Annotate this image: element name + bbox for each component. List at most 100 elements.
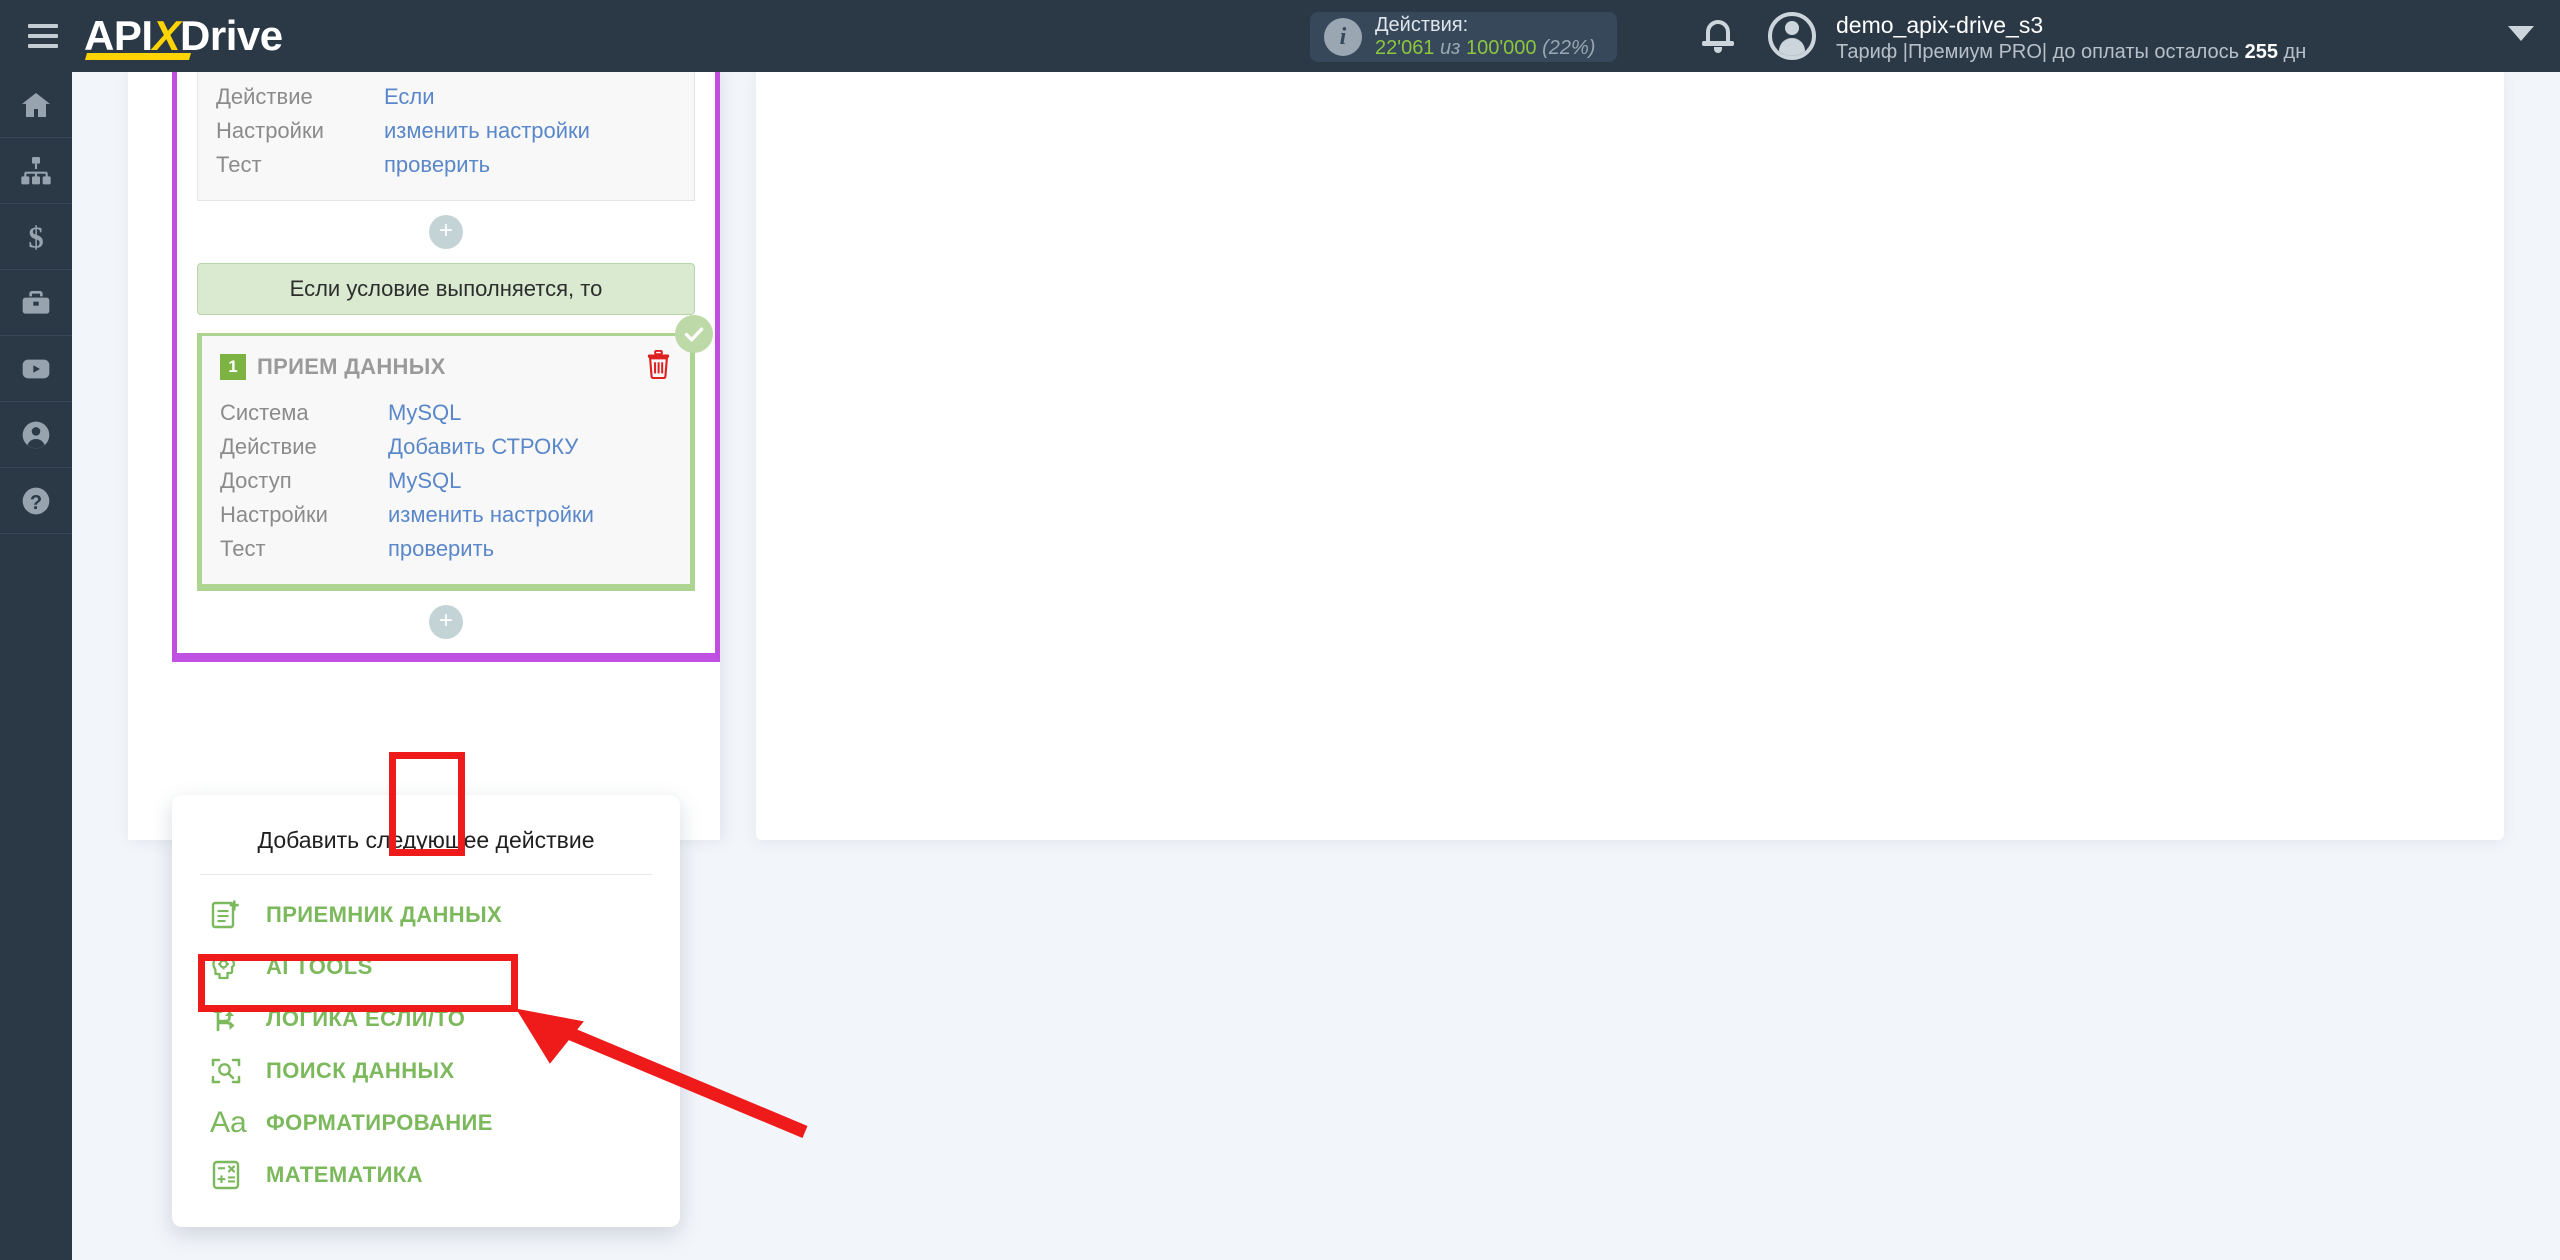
row-value[interactable]: проверить (384, 148, 490, 182)
delete-step-button[interactable] (645, 349, 672, 384)
condition-banner: Если условие выполняется, то (197, 263, 695, 315)
receiver-card-header: 1 ПРИЕМ ДАННЫХ (202, 336, 690, 388)
row-label: Настройки (220, 502, 328, 527)
row-value[interactable]: Если (384, 80, 435, 114)
table-row: Система MySQL (220, 396, 672, 430)
document-add-icon (210, 899, 252, 931)
hamburger-line (28, 24, 58, 28)
row-value[interactable]: изменить настройки (388, 498, 594, 532)
add-step-plus-button[interactable]: + (429, 215, 463, 249)
sidebar-item-help[interactable]: ? (0, 468, 72, 534)
text-format-icon: Aa (210, 1106, 247, 1139)
row-label: Доступ (220, 468, 292, 493)
notifications-bell-icon[interactable] (1700, 18, 1736, 56)
logo-underline (84, 53, 192, 60)
user-plan-suffix: дн (2277, 40, 2307, 63)
table-row: Доступ MySQL (220, 464, 672, 498)
row-value[interactable]: проверить (388, 532, 494, 566)
if-action-card: Действие Если Настройки изменить настрой… (197, 72, 695, 201)
receiver-card-title: ПРИЕМ ДАННЫХ (257, 354, 446, 379)
hamburger-menu-icon[interactable] (28, 24, 58, 48)
menu-item-label: ПОИСК ДАННЫХ (266, 1058, 455, 1083)
menu-item-label: ПРИЕМНИК ДАННЫХ (266, 902, 503, 927)
actions-label: Действия: (1375, 14, 1469, 36)
add-step-row-bottom: + (177, 591, 715, 653)
logo-text-api: API (84, 12, 153, 59)
sitemap-icon (21, 156, 51, 184)
hamburger-line (28, 44, 58, 48)
sidebar-item-profile[interactable] (0, 402, 72, 468)
svg-text:?: ? (30, 492, 42, 514)
table-row: Настройки изменить настройки (220, 498, 672, 532)
table-row: Тест проверить (220, 532, 672, 566)
actions-used: 22'061 (1375, 37, 1435, 59)
flow-panel: Действие Если Настройки изменить настрой… (128, 72, 720, 872)
step-number-badge: 1 (220, 354, 246, 380)
sidebar-item-home[interactable] (0, 72, 72, 138)
bell-clapper (1714, 47, 1722, 53)
menu-item-label: AI TOOLS (266, 954, 373, 979)
apixdrive-logo[interactable]: APIXDrive (84, 12, 283, 60)
menu-item-ai-tools[interactable]: AI TOOLS (172, 941, 680, 993)
avatar[interactable] (1768, 12, 1816, 60)
user-name: demo_apix-drive_s3 (1836, 12, 2044, 38)
add-step-plus-button-inner[interactable]: + (429, 605, 463, 639)
menu-item-data-receiver[interactable]: ПРИЕМНИК ДАННЫХ (172, 889, 680, 941)
user-plan-prefix: Тариф |Премиум PRO| до оплаты осталось (1836, 40, 2245, 63)
row-label: Действие (216, 84, 313, 109)
menu-item-data-search[interactable]: ПОИСК ДАННЫХ (172, 1045, 680, 1097)
calculator-icon (210, 1159, 252, 1191)
menu-item-math[interactable]: МАТЕМАТИКА (172, 1149, 680, 1201)
app-root: APIXDrive i Действия: 22'061 из 100'000 … (0, 0, 2560, 1260)
help-icon: ? (22, 487, 50, 514)
menu-item-logic-if-then[interactable]: ЛОГИКА ЕСЛИ/ТО (172, 993, 680, 1045)
ai-head-icon (210, 951, 252, 983)
sidebar-item-billing[interactable]: $ (0, 204, 72, 270)
sidebar-item-video[interactable] (0, 336, 72, 402)
menu-item-formatting[interactable]: Aa ФОРМАТИРОВАНИЕ (172, 1097, 680, 1149)
logo-text-drive: Drive (180, 12, 283, 59)
user-icon (22, 421, 50, 448)
info-icon: i (1324, 18, 1362, 56)
row-label: Тест (216, 152, 262, 177)
home-icon (22, 92, 50, 117)
user-plan-days: 255 (2244, 40, 2278, 63)
briefcase-icon (22, 290, 50, 314)
receiver-card-rows: Система MySQL Действие Добавить СТРОКУ Д… (202, 388, 690, 584)
check-icon (684, 327, 704, 342)
if-action-rows: Действие Если Настройки изменить настрой… (198, 72, 694, 200)
row-value[interactable]: Добавить СТРОКУ (388, 430, 578, 464)
youtube-icon (22, 359, 50, 378)
if-block-container: Действие Если Настройки изменить настрой… (172, 72, 720, 662)
branch-icon (210, 1003, 252, 1035)
svg-text:$: $ (28, 221, 43, 253)
chevron-down-icon[interactable] (2508, 26, 2534, 41)
row-value[interactable]: MySQL (388, 464, 461, 498)
menu-item-label: ЛОГИКА ЕСЛИ/ТО (266, 1006, 466, 1031)
actions-percent: (22%) (1542, 37, 1596, 59)
row-value[interactable]: изменить настройки (384, 114, 590, 148)
dropdown-divider (200, 874, 652, 875)
actions-counter: i Действия: 22'061 из 100'000 (22%) (1310, 12, 1618, 62)
receiver-card-wrapper: 1 ПРИЕМ ДАННЫХ Система MySQL Действие До… (197, 315, 713, 591)
trash-icon (647, 349, 670, 380)
row-label: Тест (220, 536, 266, 561)
actions-total: 100'000 (1465, 37, 1537, 59)
table-row: Тест проверить (216, 148, 676, 182)
bell-skirt (1702, 41, 1734, 46)
logo-text-x: X (152, 12, 181, 59)
row-label: Настройки (216, 118, 324, 143)
receiver-data-card: 1 ПРИЕМ ДАННЫХ Система MySQL Действие До… (197, 333, 695, 591)
sidebar-item-connections[interactable] (0, 138, 72, 204)
sidebar-item-cases[interactable] (0, 270, 72, 336)
row-label: Действие (220, 434, 317, 459)
left-sidebar: $ ? (0, 72, 72, 1260)
actions-of: из (1440, 37, 1461, 59)
top-navigation-bar: APIXDrive i Действия: 22'061 из 100'000 … (0, 0, 2560, 72)
hamburger-line (28, 34, 58, 38)
row-value[interactable]: MySQL (388, 396, 461, 430)
table-row: Действие Если (216, 80, 676, 114)
user-info[interactable]: demo_apix-drive_s3 Тариф |Премиум PRO| д… (1836, 12, 2306, 64)
menu-item-label: МАТЕМАТИКА (266, 1162, 423, 1187)
table-row: Действие Добавить СТРОКУ (220, 430, 672, 464)
